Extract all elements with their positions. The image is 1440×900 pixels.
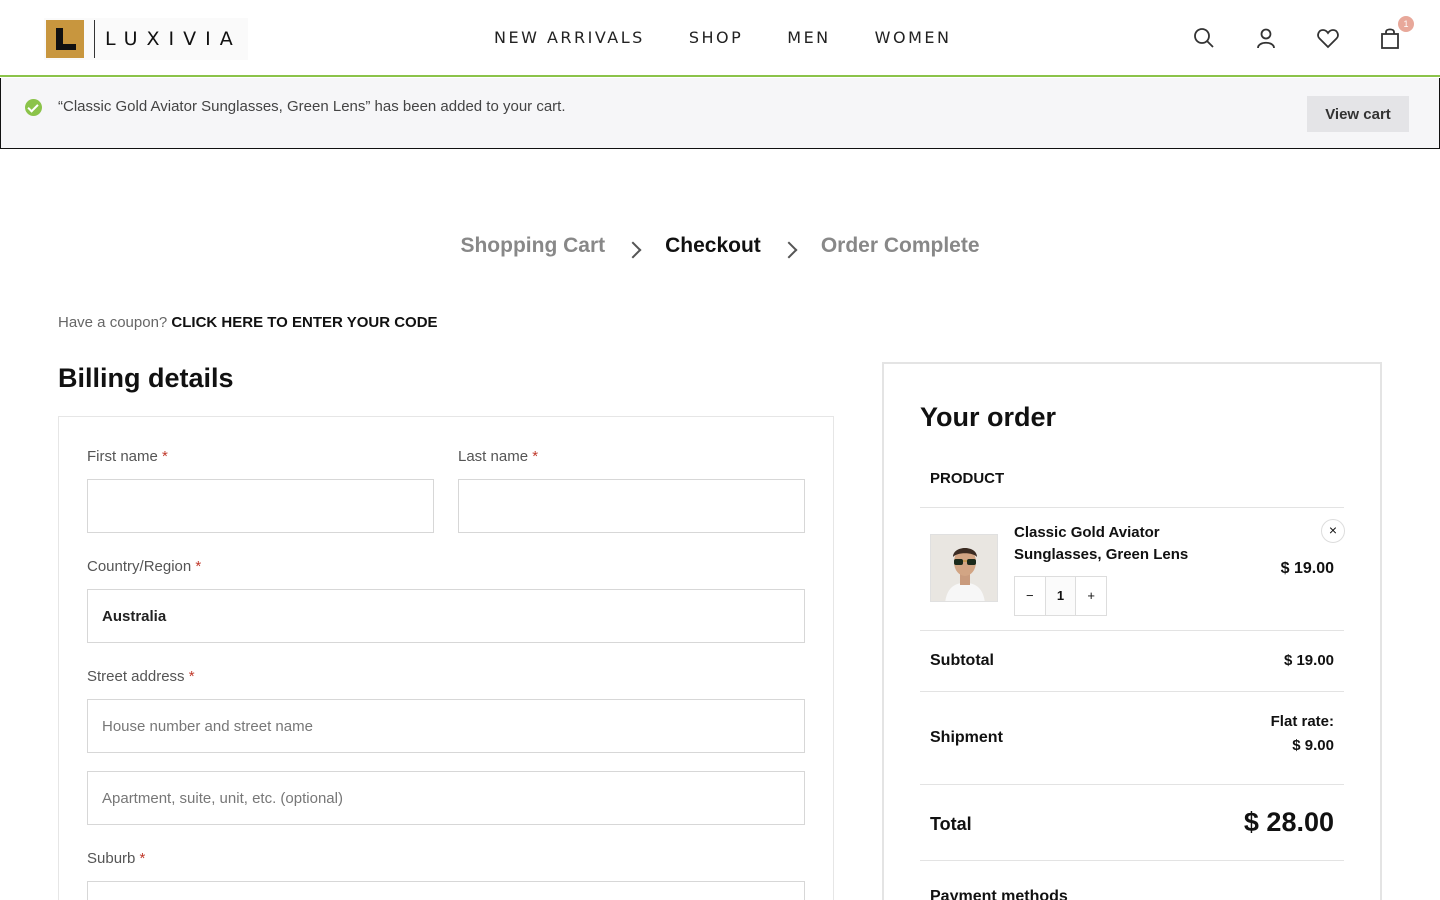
step-checkout: Checkout — [665, 234, 761, 257]
product-column-header: PRODUCT — [930, 470, 1005, 487]
product-name[interactable]: Classic Gold Aviator Sunglasses, Green L… — [1014, 522, 1204, 566]
bag-icon[interactable]: 1 — [1378, 16, 1414, 50]
logo-divider — [94, 20, 95, 58]
divider — [920, 630, 1344, 631]
quantity-stepper: − 1 + — [1014, 576, 1107, 616]
chevron-right-icon — [780, 241, 798, 259]
shipment-value: $ 9.00 — [1292, 737, 1334, 754]
header-actions: 1 — [1192, 16, 1414, 50]
suburb-input[interactable] — [87, 881, 805, 900]
chevron-right-icon — [624, 241, 642, 259]
billing-form: First name * Last name * Country/Region … — [58, 416, 834, 900]
country-select[interactable]: Australia — [87, 589, 805, 643]
cart-count-badge: 1 — [1398, 16, 1414, 32]
brand-name: LUXIVIA — [105, 28, 242, 50]
product-thumbnail — [930, 534, 998, 602]
brand-logo[interactable]: LUXIVIA — [44, 18, 248, 60]
first-name-label-text: First name — [87, 448, 158, 465]
required-mark: * — [532, 448, 539, 465]
street-label-text: Street address — [87, 668, 185, 685]
step-order-complete: Order Complete — [820, 234, 980, 257]
user-icon[interactable] — [1254, 26, 1278, 50]
order-summary: Your order PRODUCT Classic Gold Aviator … — [882, 362, 1382, 900]
billing-title: Billing details — [58, 363, 234, 393]
cart-notice: “Classic Gold Aviator Sunglasses, Green … — [0, 78, 1440, 149]
divider — [920, 691, 1344, 692]
suburb-label: Suburb * — [87, 850, 145, 867]
country-label-text: Country/Region — [87, 558, 192, 575]
required-mark: * — [162, 448, 168, 465]
payment-methods-heading: Payment methods — [930, 888, 1068, 900]
nav-shop[interactable]: SHOP — [689, 28, 743, 47]
quantity-plus-button[interactable]: + — [1076, 577, 1106, 615]
nav-new-arrivals[interactable]: NEW ARRIVALS — [494, 28, 645, 47]
last-name-input[interactable] — [458, 479, 805, 533]
subtotal-label: Subtotal — [930, 652, 994, 669]
divider — [920, 860, 1344, 861]
required-mark: * — [195, 558, 202, 575]
heart-icon[interactable] — [1316, 26, 1340, 50]
street-address-input[interactable]: House number and street name — [87, 699, 805, 753]
total-value: $ 28.00 — [1243, 807, 1334, 837]
total-label: Total — [930, 814, 972, 834]
checkout-steps: Shopping Cart Checkout Order Complete — [0, 234, 1440, 259]
coupon-link[interactable]: Click here to enter your code — [171, 314, 437, 331]
site-header: LUXIVIA NEW ARRIVALS SHOP MEN WOMEN 1 — [0, 0, 1440, 77]
required-mark: * — [188, 668, 195, 685]
country-label: Country/Region * — [87, 558, 201, 575]
apartment-input[interactable]: Apartment, suite, unit, etc. (optional) — [87, 771, 805, 825]
divider — [920, 507, 1344, 508]
first-name-label: First name * — [87, 448, 168, 465]
required-mark: * — [139, 850, 146, 867]
nav-women[interactable]: WOMEN — [875, 28, 952, 47]
suburb-label-text: Suburb — [87, 850, 136, 867]
logo-mark-icon — [46, 20, 84, 58]
order-title: Your order — [920, 402, 1057, 432]
subtotal-value: $ 19.00 — [1283, 652, 1334, 669]
street-label: Street address * — [87, 668, 195, 685]
step-shopping-cart[interactable]: Shopping Cart — [460, 234, 605, 258]
view-cart-button[interactable]: View cart — [1307, 96, 1409, 132]
last-name-label-text: Last name — [458, 448, 529, 465]
nav-men[interactable]: MEN — [787, 28, 830, 47]
check-circle-icon — [25, 99, 42, 116]
remove-item-icon[interactable]: × — [1321, 519, 1345, 543]
shipment-rate-label: Flat rate: — [1270, 713, 1334, 730]
coupon-question: Have a coupon? — [58, 314, 168, 331]
product-price: $ 19.00 — [1280, 560, 1334, 577]
quantity-minus-button[interactable]: − — [1015, 577, 1045, 615]
main-nav: NEW ARRIVALS SHOP MEN WOMEN — [494, 28, 951, 47]
last-name-label: Last name * — [458, 448, 538, 465]
shipment-label: Shipment — [930, 729, 1003, 746]
coupon-prompt: Have a coupon? Click here to enter your … — [58, 314, 438, 331]
notice-message: “Classic Gold Aviator Sunglasses, Green … — [58, 98, 566, 115]
search-icon[interactable] — [1192, 26, 1216, 50]
first-name-input[interactable] — [87, 479, 434, 533]
divider — [920, 784, 1344, 785]
quantity-value[interactable]: 1 — [1044, 577, 1077, 615]
